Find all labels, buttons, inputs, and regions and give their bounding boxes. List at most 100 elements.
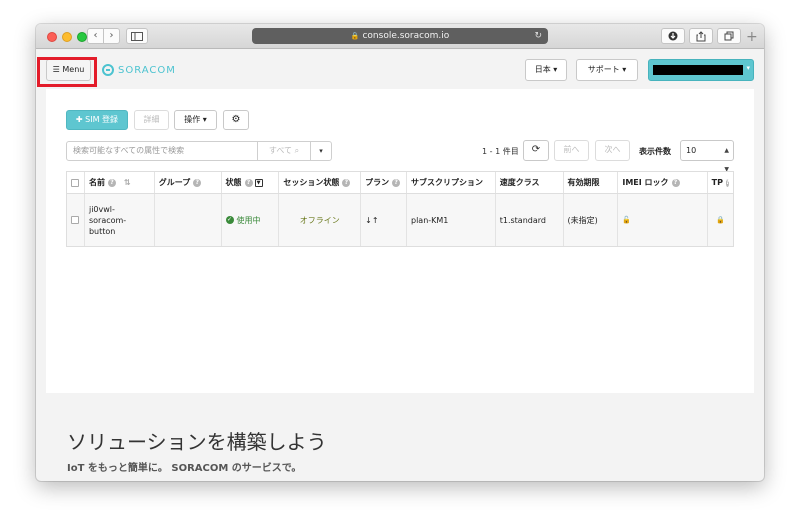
cell-group[interactable] xyxy=(155,194,222,246)
column-label: プラン xyxy=(365,178,390,187)
operations-dropdown[interactable]: 操作 ▾ xyxy=(174,110,217,130)
forward-button[interactable]: › xyxy=(103,28,120,44)
help-icon[interactable]: ? xyxy=(244,178,253,187)
sidebar-icon xyxy=(131,32,143,41)
sim-management-panel: ✚ SIM 登録 詳細 操作 ▾ ⚙ 検索可能なすべての属性で検索 すべて ⌕ … xyxy=(46,89,754,393)
caret-down-icon: ▾ xyxy=(319,147,323,155)
prev-label: 前へ xyxy=(563,145,580,154)
cell-session-status: オフライン xyxy=(279,194,362,246)
search-options-dropdown[interactable]: ▾ xyxy=(310,141,332,161)
next-page-button[interactable]: 次へ xyxy=(595,140,630,161)
column-header-name[interactable]: 名前? ⇅ xyxy=(85,172,155,193)
column-label: 有効期限 xyxy=(567,178,600,187)
column-header-session[interactable]: セッション状態? xyxy=(279,172,362,193)
sim-register-label: SIM 登録 xyxy=(85,115,119,124)
minimize-window-button[interactable] xyxy=(62,32,72,42)
column-header-tp[interactable]: TP? xyxy=(708,172,733,193)
chevron-left-icon: ‹ xyxy=(93,30,98,41)
column-header-status[interactable]: 状態? ▼ xyxy=(222,172,280,193)
column-label: サブスクリプション xyxy=(411,178,483,187)
column-header-speed-class[interactable]: 速度クラス xyxy=(496,172,564,193)
language-dropdown[interactable]: 日本 ▾ xyxy=(525,59,567,81)
url-text: console.soracom.io xyxy=(362,31,450,41)
cell-tp: 🔒 xyxy=(708,194,733,246)
soracom-logo[interactable]: SORACOM xyxy=(102,63,176,77)
refresh-button[interactable]: ⟳ xyxy=(523,140,549,161)
table-row[interactable]: ji0vwl- soracom- button ✓ 使用中 オフライン ↓↑ pl… xyxy=(67,194,733,246)
column-header-plan[interactable]: プラン? xyxy=(361,172,407,193)
refresh-icon: ⟳ xyxy=(531,144,541,155)
app-header: ☰ Menu SORACOM 日本 ▾ サポート ▾ ▾ xyxy=(36,49,764,89)
help-icon[interactable]: ? xyxy=(671,178,680,187)
reload-icon[interactable]: ↻ xyxy=(534,28,542,44)
column-label: 速度クラス xyxy=(499,178,540,187)
lock-icon: 🔒 xyxy=(716,216,725,224)
search-input[interactable]: 検索可能なすべての属性で検索 xyxy=(66,141,258,161)
column-label: IMEI ロック xyxy=(622,178,669,187)
caret-down-icon: ▾ xyxy=(202,115,207,124)
help-icon[interactable]: ? xyxy=(392,178,401,187)
title-bar: ‹ › 🔒 console.soracom.io ↻ + xyxy=(36,24,764,49)
support-label: サポート xyxy=(587,65,620,74)
share-icon xyxy=(696,31,706,42)
new-tab-button[interactable]: + xyxy=(746,30,758,44)
cell-name[interactable]: ji0vwl- soracom- button xyxy=(85,194,155,246)
sort-icon[interactable]: ⇅ xyxy=(124,178,131,187)
per-page-select[interactable]: 10 ▲ ▼ xyxy=(680,140,734,173)
chevron-right-icon: › xyxy=(109,30,114,41)
cell-imei-lock[interactable]: 🔓 xyxy=(618,194,709,246)
column-label: 状態 xyxy=(225,178,242,187)
previous-page-button[interactable]: 前へ xyxy=(554,140,589,161)
browser-window: ‹ › 🔒 console.soracom.io ↻ + ☰ Menu SORAC… xyxy=(36,24,764,481)
column-header-imei-lock[interactable]: IMEI ロック? xyxy=(618,172,709,193)
column-header-expiry[interactable]: 有効期限 xyxy=(564,172,619,193)
sim-name-line: soracom- xyxy=(88,215,127,225)
cell-speed-class[interactable]: t1.standard xyxy=(496,194,564,246)
search-icon: ⌕ xyxy=(294,146,300,155)
per-page-value: 10 xyxy=(686,146,697,155)
cell-expiry[interactable]: (未指定) xyxy=(564,194,619,246)
settings-button[interactable]: ⚙ xyxy=(223,110,249,130)
address-bar[interactable]: 🔒 console.soracom.io ↻ xyxy=(252,28,548,44)
sidebar-toggle-button[interactable] xyxy=(126,28,148,44)
search-scope-button[interactable]: すべて ⌕ xyxy=(257,141,311,161)
download-icon xyxy=(668,31,678,41)
close-window-button[interactable] xyxy=(47,32,57,42)
cell-subscription: plan-KM1 xyxy=(407,194,496,246)
sim-name-line: ji0vwl- xyxy=(88,204,115,214)
column-header-subscription[interactable]: サブスクリプション xyxy=(407,172,496,193)
soracom-logo-icon xyxy=(102,64,114,76)
account-dropdown[interactable]: ▾ xyxy=(648,59,754,81)
lock-icon: 🔒 xyxy=(350,32,360,40)
detail-button[interactable]: 詳細 xyxy=(134,110,169,130)
check-circle-icon: ✓ xyxy=(225,216,234,224)
column-label: セッション状態 xyxy=(283,178,340,187)
caret-down-icon: ▾ xyxy=(553,65,558,74)
filter-icon[interactable]: ▼ xyxy=(254,178,263,187)
cell-plan: ↓↑ xyxy=(361,194,407,246)
help-icon[interactable]: ? xyxy=(725,178,730,187)
solution-subheading: IoT をもっと簡単に。 SORACOM のサービスで。 xyxy=(67,463,302,474)
column-header-group[interactable]: グループ? xyxy=(155,172,222,193)
operations-label: 操作 xyxy=(184,115,201,124)
downloads-button[interactable] xyxy=(661,28,685,44)
red-highlight-box xyxy=(37,57,97,87)
row-checkbox[interactable] xyxy=(71,216,80,224)
select-all-checkbox[interactable] xyxy=(71,178,80,187)
zoom-window-button[interactable] xyxy=(77,32,87,42)
plan-icon: ↓↑ xyxy=(365,215,379,225)
cell-status: ✓ 使用中 xyxy=(222,194,280,246)
sim-register-button[interactable]: ✚ SIM 登録 xyxy=(66,110,128,130)
support-dropdown[interactable]: サポート ▾ xyxy=(576,59,638,81)
result-count: 1 - 1 件目 xyxy=(482,147,519,156)
help-icon[interactable]: ? xyxy=(107,178,116,187)
plus-icon: ✚ xyxy=(75,115,83,124)
next-label: 次へ xyxy=(604,145,621,154)
share-button[interactable] xyxy=(689,28,713,44)
column-label: グループ xyxy=(158,178,191,187)
column-label: TP xyxy=(711,178,723,187)
back-button[interactable]: ‹ xyxy=(87,28,104,44)
help-icon[interactable]: ? xyxy=(342,178,351,187)
tab-overview-button[interactable] xyxy=(717,28,741,44)
help-icon[interactable]: ? xyxy=(193,178,202,187)
